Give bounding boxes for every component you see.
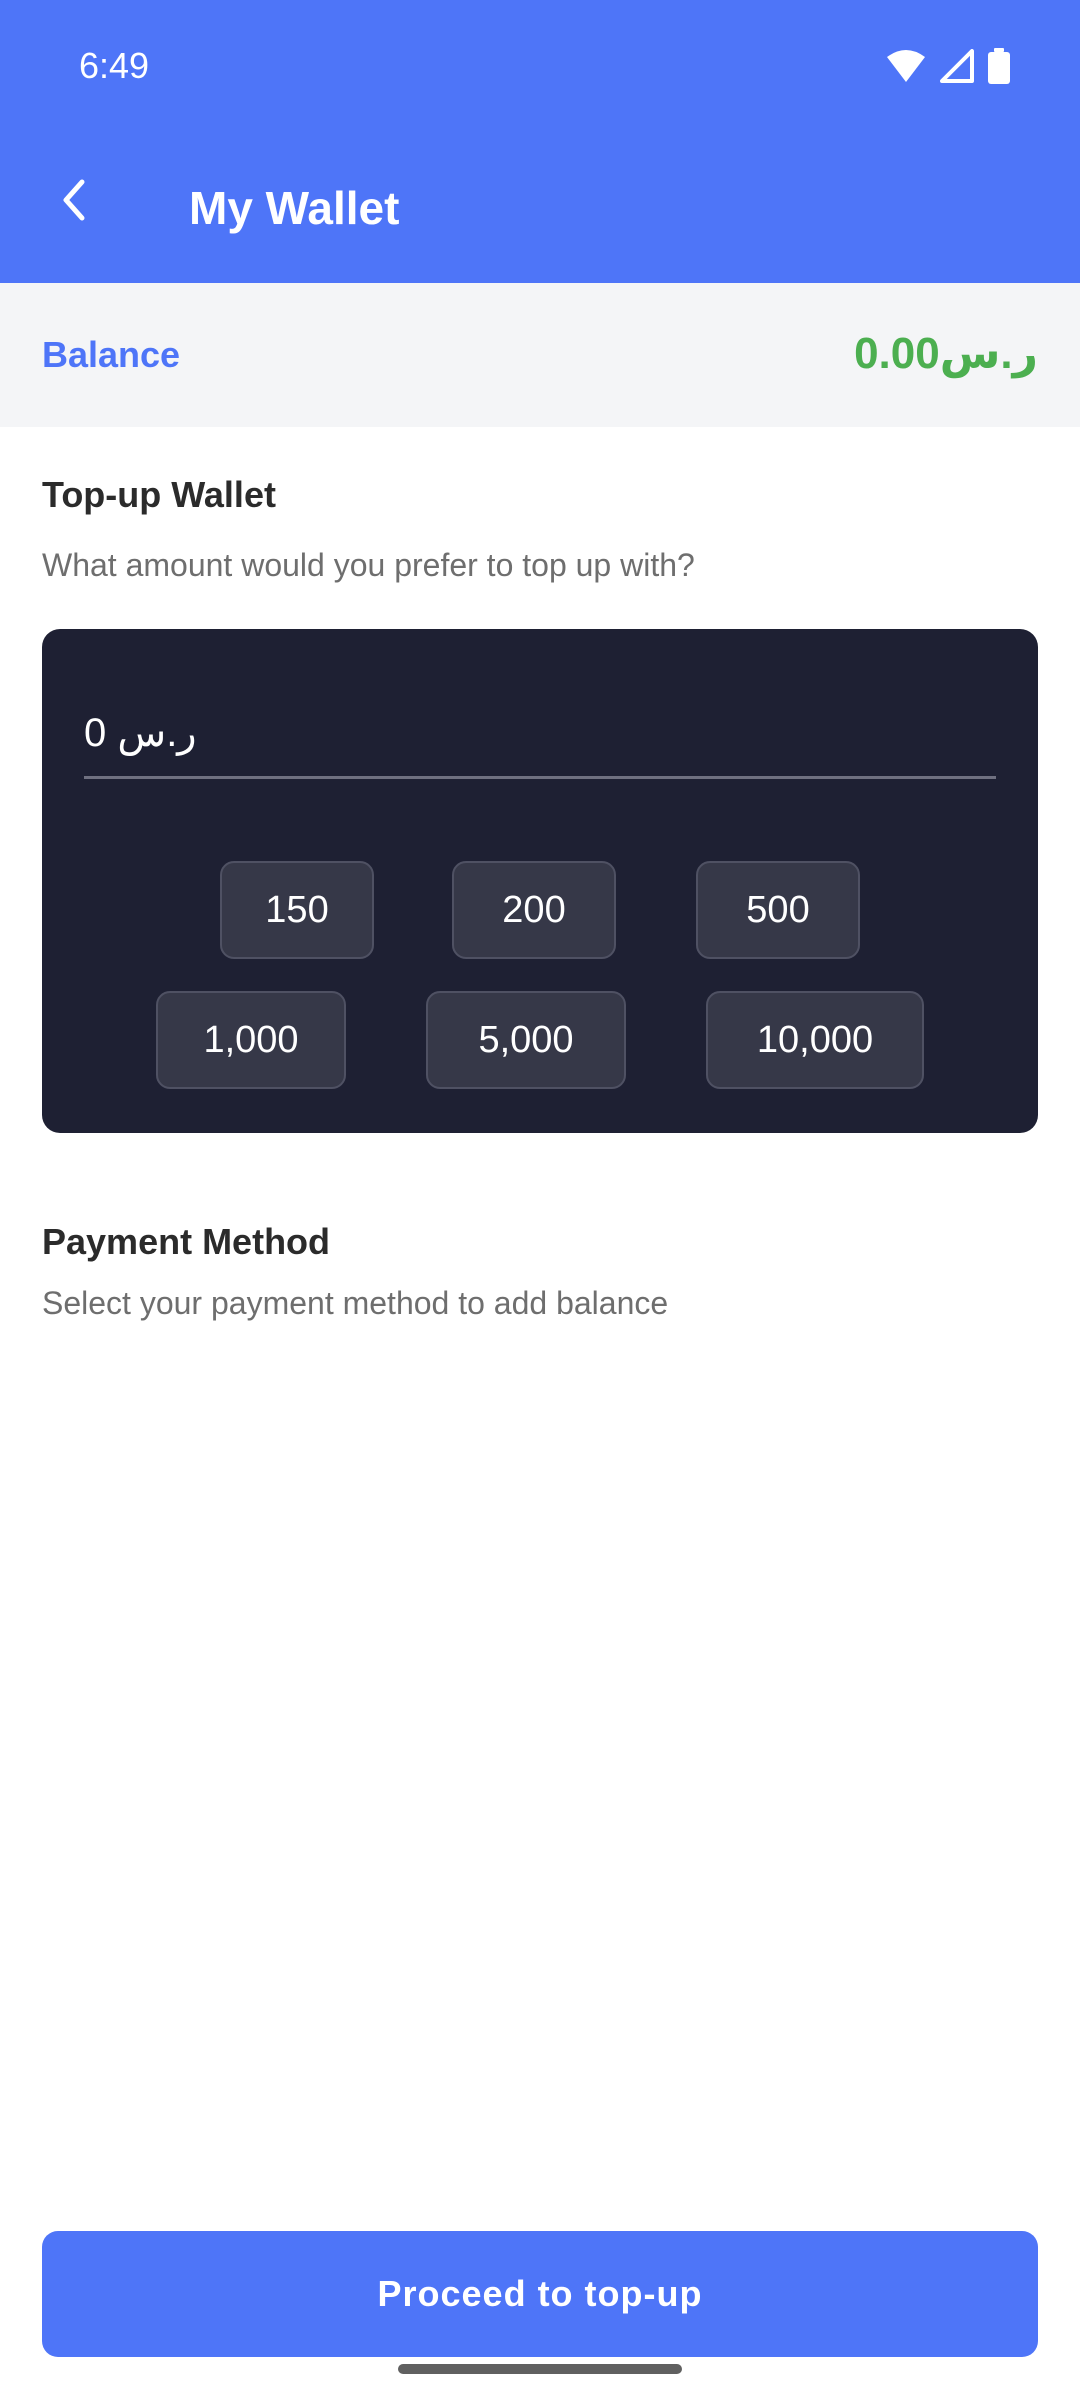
page-title: My Wallet	[189, 182, 400, 234]
wifi-icon	[886, 49, 926, 83]
chevron-left-icon	[63, 179, 85, 221]
topup-title: Top-up Wallet	[42, 474, 276, 515]
balance-value: 0.00ر.س	[854, 329, 1038, 378]
balance-row: Balance 0.00ر.س	[0, 283, 1080, 427]
home-indicator[interactable]	[398, 2364, 682, 2374]
battery-icon	[988, 48, 1010, 84]
topup-card: 150 200 500 1,000 5,000 10,000	[42, 629, 1038, 1133]
topup-subtitle: What amount would you prefer to top up w…	[42, 547, 695, 583]
payment-method-subtitle: Select your payment method to add balanc…	[42, 1285, 669, 1321]
back-button[interactable]	[44, 170, 104, 230]
proceed-to-topup-button[interactable]: Proceed to top-up	[42, 2231, 1038, 2357]
signal-icon	[940, 49, 974, 83]
preset-amount-button[interactable]: 1,000	[156, 991, 346, 1089]
status-icons	[886, 46, 1010, 86]
preset-amount-button[interactable]: 150	[220, 861, 374, 959]
preset-amount-button[interactable]: 500	[696, 861, 860, 959]
amount-input[interactable]	[84, 689, 996, 779]
balance-label: Balance	[42, 334, 181, 375]
app-header: 6:49 My Wallet	[0, 0, 1080, 283]
preset-amount-button[interactable]: 5,000	[426, 991, 626, 1089]
payment-method-title: Payment Method	[42, 1221, 331, 1262]
status-time: 6:49	[79, 45, 150, 86]
preset-amount-button[interactable]: 10,000	[706, 991, 924, 1089]
preset-amount-button[interactable]: 200	[452, 861, 616, 959]
